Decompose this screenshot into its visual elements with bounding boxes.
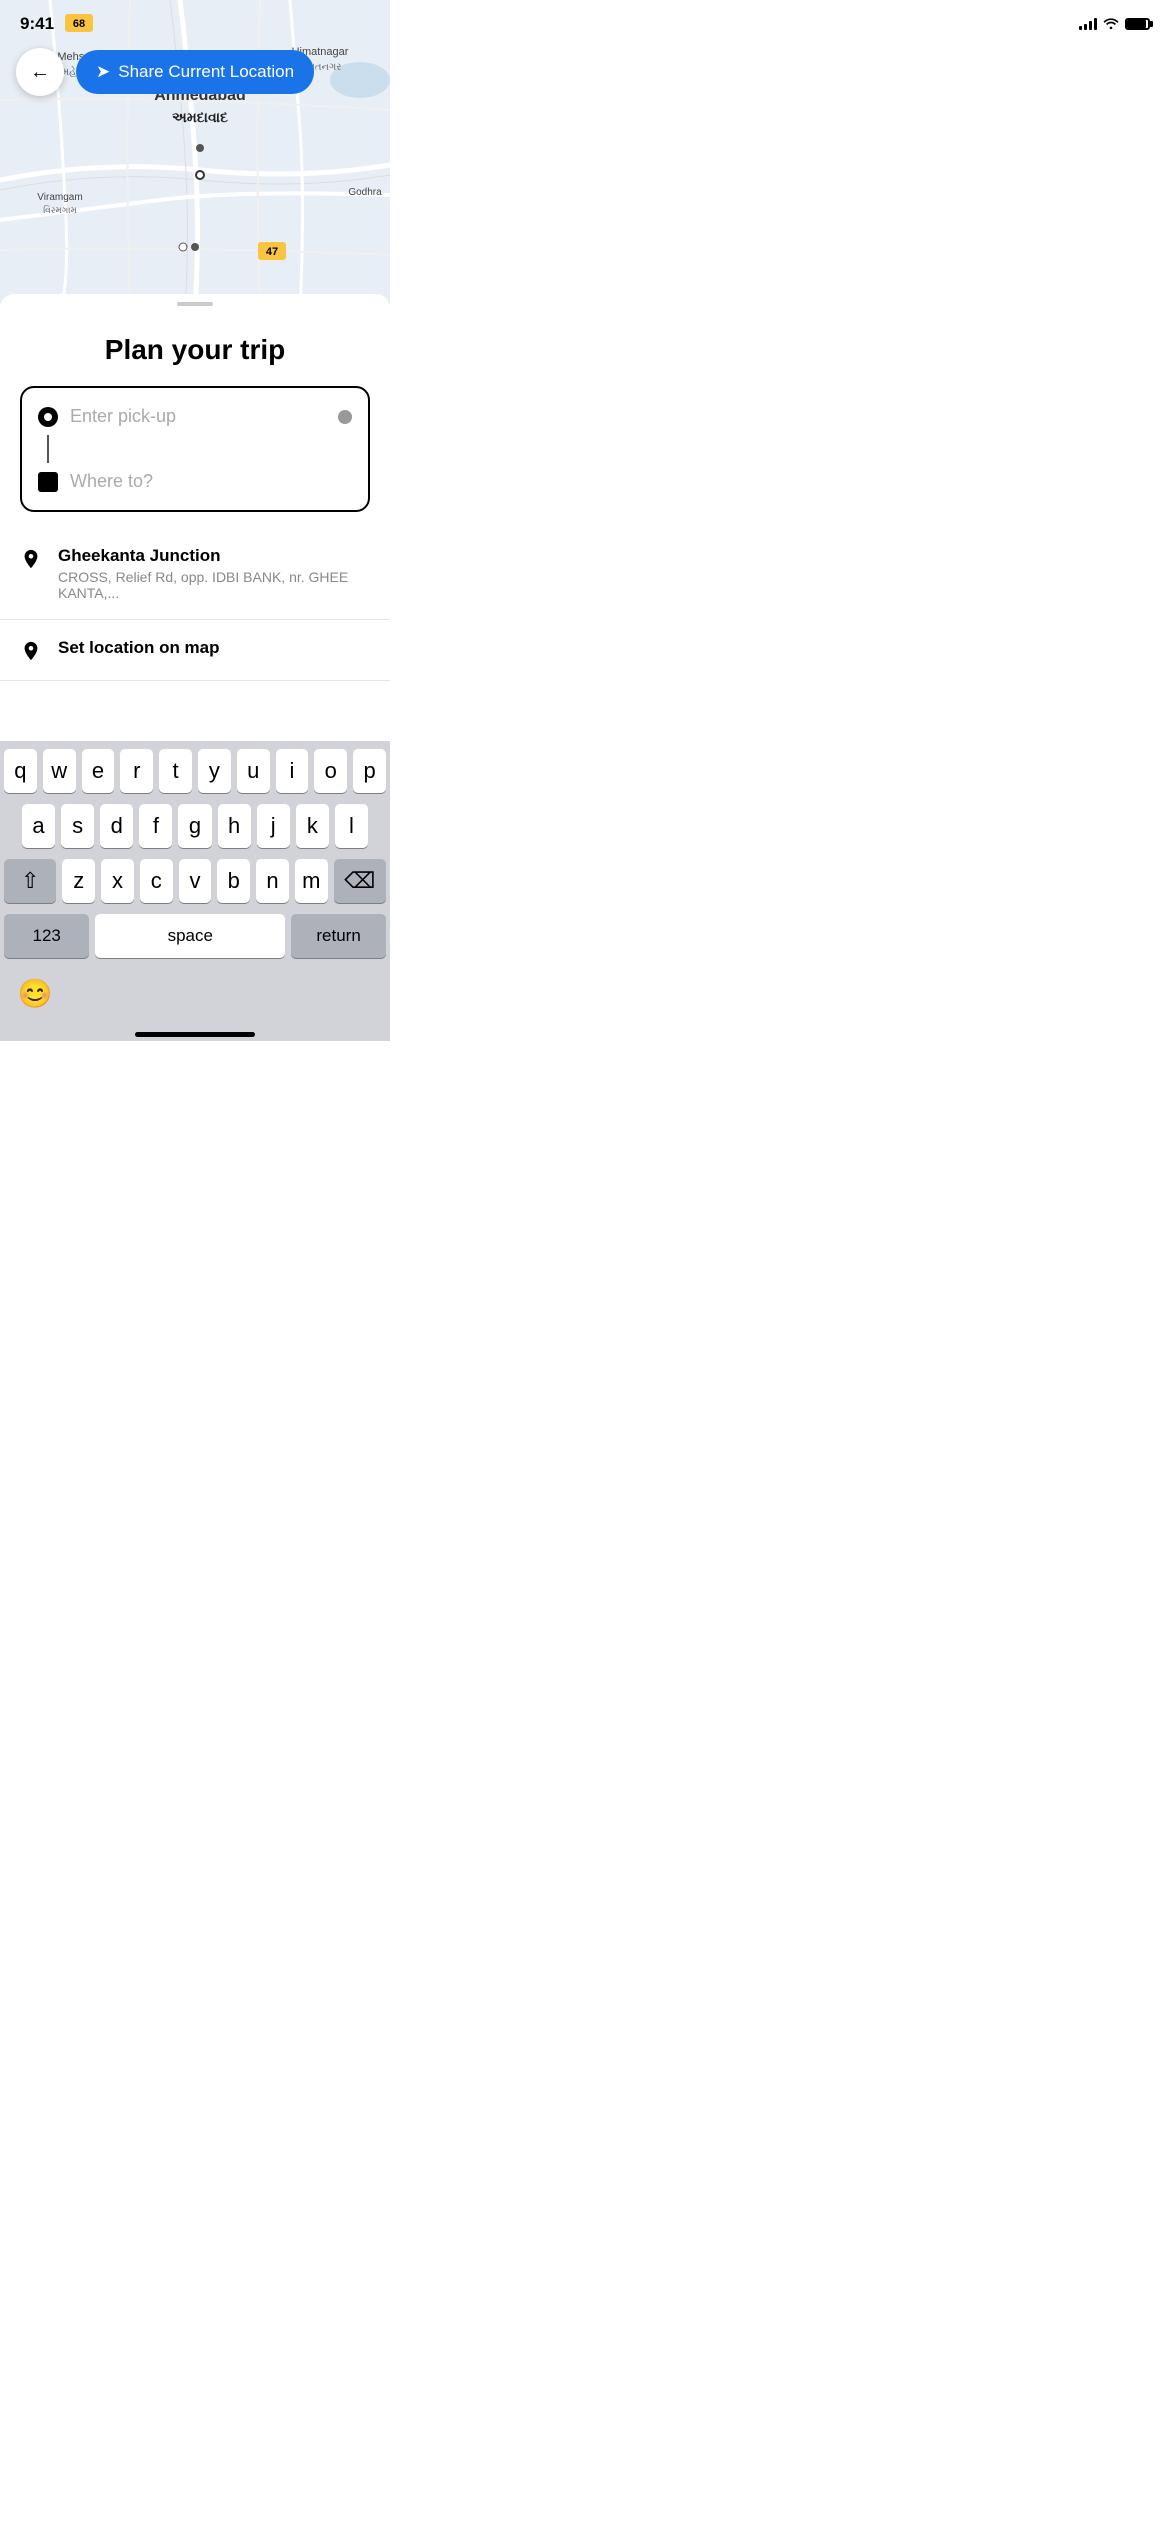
suggestion-name: Gheekanta Junction <box>58 546 370 566</box>
key-r[interactable]: r <box>120 749 153 793</box>
svg-text:47: 47 <box>266 246 278 258</box>
space-key[interactable]: space <box>95 914 285 958</box>
pin-icon <box>20 548 42 570</box>
keyboard-row-4: 123 space return <box>4 914 386 958</box>
route-connector-line <box>47 435 49 463</box>
suggestion-item[interactable]: Gheekanta Junction CROSS, Relief Rd, opp… <box>0 528 390 619</box>
share-location-icon: ➤ <box>96 62 110 82</box>
key-l[interactable]: l <box>335 804 368 848</box>
destination-placeholder[interactable]: Where to? <box>70 471 153 492</box>
status-icons <box>1079 17 1150 32</box>
key-d[interactable]: d <box>100 804 133 848</box>
key-k[interactable]: k <box>296 804 329 848</box>
svg-text:અમદાવાદ: અમદાવાદ <box>172 109 228 125</box>
back-button[interactable]: ← <box>16 48 64 96</box>
suggestion-content: Gheekanta Junction CROSS, Relief Rd, opp… <box>58 546 370 601</box>
key-v[interactable]: v <box>179 859 212 903</box>
key-e[interactable]: e <box>82 749 115 793</box>
share-location-label: Share Current Location <box>118 62 294 82</box>
battery-icon <box>1125 18 1150 30</box>
return-key[interactable]: return <box>291 914 386 958</box>
pickup-row <box>38 398 352 435</box>
delete-key[interactable]: ⌫ <box>334 859 386 903</box>
keyboard-row-2: a s d f g h j k l <box>4 804 386 848</box>
key-b[interactable]: b <box>217 859 250 903</box>
svg-text:વિરમગામ: વિરમગામ <box>43 205 77 215</box>
key-c[interactable]: c <box>140 859 173 903</box>
keyboard-bottom: 😊 <box>0 966 390 1024</box>
map-section: 68 47 Ahmedabad અમદાવાદ Mehsana મહેસાણા … <box>0 0 390 310</box>
status-time: 9:41 <box>20 14 54 34</box>
key-w[interactable]: w <box>43 749 76 793</box>
key-u[interactable]: u <box>237 749 270 793</box>
key-q[interactable]: q <box>4 749 37 793</box>
key-o[interactable]: o <box>314 749 347 793</box>
trip-input-box: Where to? <box>20 386 370 512</box>
suggestion-address: CROSS, Relief Rd, opp. IDBI BANK, nr. GH… <box>58 569 370 601</box>
spacer <box>0 681 390 741</box>
numbers-key[interactable]: 123 <box>4 914 89 958</box>
keyboard-row-1: q w e r t y u i o p <box>4 749 386 793</box>
pickup-dot-icon <box>38 407 58 427</box>
shift-key[interactable]: ⇧ <box>4 859 56 903</box>
page-title: Plan your trip <box>20 334 370 366</box>
key-z[interactable]: z <box>62 859 95 903</box>
wifi-icon <box>1103 17 1119 32</box>
key-f[interactable]: f <box>139 804 172 848</box>
key-s[interactable]: s <box>61 804 94 848</box>
key-j[interactable]: j <box>257 804 290 848</box>
drag-indicator <box>177 302 213 306</box>
key-p[interactable]: p <box>353 749 386 793</box>
keyboard-row-3: ⇧ z x c v b n m ⌫ <box>4 859 386 903</box>
map-top-bar: ← ➤ Share Current Location <box>0 48 390 96</box>
back-arrow-icon: ← <box>30 61 50 84</box>
svg-text:Godhra: Godhra <box>348 187 382 198</box>
key-g[interactable]: g <box>178 804 211 848</box>
home-bar <box>135 1032 255 1037</box>
pickup-input[interactable] <box>70 406 322 427</box>
key-h[interactable]: h <box>218 804 251 848</box>
content-section: Plan your trip Where to? <box>0 310 390 512</box>
emoji-button[interactable]: 😊 <box>16 974 54 1012</box>
key-m[interactable]: m <box>295 859 328 903</box>
keyboard: q w e r t y u i o p a s d f g h j k l ⇧ … <box>0 741 390 966</box>
set-location-item[interactable]: Set location on map <box>0 620 390 680</box>
map-pin-icon <box>20 640 42 662</box>
signal-icon <box>1079 18 1097 30</box>
key-y[interactable]: y <box>198 749 231 793</box>
key-a[interactable]: a <box>22 804 55 848</box>
destination-square-icon <box>38 472 58 492</box>
status-bar: 9:41 <box>0 0 1170 40</box>
home-indicator-bar <box>0 1024 390 1041</box>
current-location-dot <box>338 410 352 424</box>
key-x[interactable]: x <box>101 859 134 903</box>
key-i[interactable]: i <box>276 749 309 793</box>
suggestions-list: Gheekanta Junction CROSS, Relief Rd, opp… <box>0 528 390 681</box>
key-n[interactable]: n <box>256 859 289 903</box>
share-location-button[interactable]: ➤ Share Current Location <box>76 50 314 94</box>
set-location-label: Set location on map <box>58 638 220 658</box>
svg-text:Viramgam: Viramgam <box>37 192 82 203</box>
key-t[interactable]: t <box>159 749 192 793</box>
destination-row: Where to? <box>38 463 352 500</box>
